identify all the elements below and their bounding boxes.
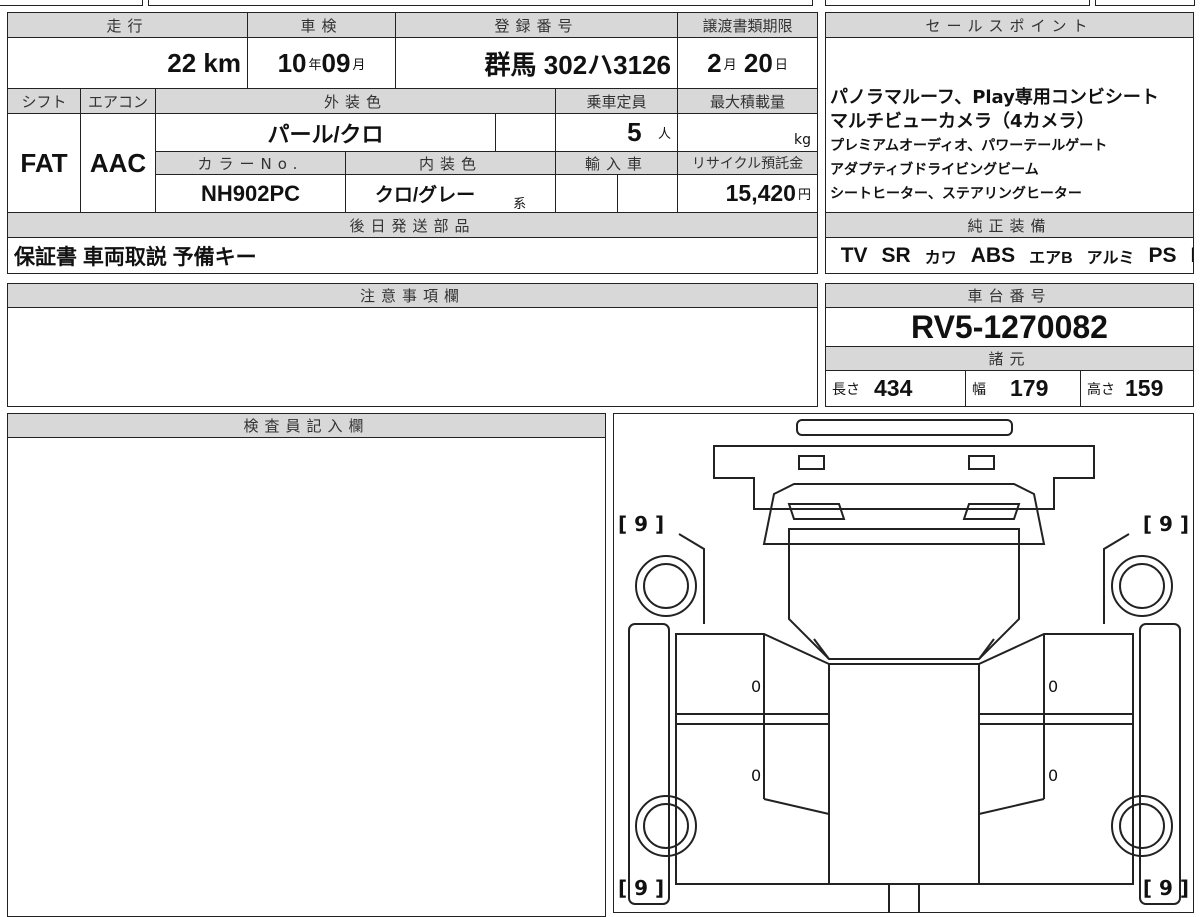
color-no-value: NH902PC: [155, 174, 346, 213]
corner-mark-front-right: [ 9 ]: [1142, 512, 1189, 536]
equipment-item: アルミ: [1086, 249, 1135, 267]
capacity-value: 5 人: [555, 113, 678, 152]
top-cut-cell: [1095, 0, 1195, 6]
recycle-value: 15,420 円: [677, 174, 818, 213]
spec-length: 長さ 434: [825, 370, 966, 407]
equipment-header: 純正装備: [825, 212, 1194, 238]
door-mark-rear-left: 0: [751, 766, 762, 785]
transfer-deadline-header: 譲渡書類期限: [677, 12, 818, 38]
specs-header: 諸元: [825, 346, 1194, 371]
equipment-item: ABS: [970, 243, 1016, 267]
top-cut-cell: [0, 0, 143, 6]
top-cut-cell: [148, 0, 813, 6]
import-header: 輸入車: [555, 151, 678, 175]
corner-mark-front-left: [ 9 ]: [618, 512, 665, 536]
registration-value: 群馬 302ハ3126: [395, 37, 678, 89]
mileage-value: 22 km: [7, 37, 248, 89]
chassis-header: 車台番号: [825, 283, 1194, 308]
sales-points-header: セールスポイント: [825, 12, 1194, 38]
sales-point-line: シートヒーター、ステアリングヒーター: [830, 186, 1082, 202]
exterior-color-header: 外装色: [155, 88, 556, 114]
aircon-value: AAC: [80, 113, 156, 213]
notes-body: [7, 307, 818, 407]
inspection-value: 10 年 09 月: [247, 37, 396, 89]
registration-header: 登録番号: [395, 12, 678, 38]
equipment-item: カワ: [924, 249, 957, 267]
aircon-header: エアコン: [80, 88, 156, 114]
equipment-item: ナビ: [826, 244, 827, 268]
max-load-header: 最大積載量: [677, 88, 818, 114]
top-cut-cell: [825, 0, 1090, 6]
equipment-item: TV: [840, 243, 868, 267]
equipment-item: SR: [881, 243, 911, 267]
interior-color-header: 内装色: [345, 151, 556, 175]
transfer-deadline-value: 2月 20 日: [677, 37, 818, 89]
shift-value: FAT: [7, 113, 81, 213]
sales-point-line: マルチビューカメラ（4カメラ）: [830, 111, 1095, 132]
capacity-header: 乗車定員: [555, 88, 678, 114]
exterior-color-value: パール/クロ: [155, 113, 496, 152]
later-parts-header: 後日発送部品: [7, 212, 818, 238]
sales-point-line: パノラマルーフ、Play専用コンビシート: [830, 87, 1159, 108]
equipment-item: PW: [1191, 244, 1194, 268]
door-mark-front-right: 0: [1048, 677, 1059, 696]
corner-mark-rear-left: [ 9 ]: [618, 876, 665, 900]
inspector-body: [7, 437, 606, 917]
equipment-item: PS: [1148, 243, 1177, 267]
car-diagram: [ 9 ] [ 9 ] [ 9 ] [ 9 ] 0 0 0 0: [613, 413, 1194, 913]
chassis-number: RV5-1270082: [825, 307, 1194, 347]
recycle-header: リサイクル預託金: [677, 151, 818, 175]
notes-header: 注意事項欄: [7, 283, 818, 308]
sales-point-line: アダプティブドライビングビーム: [830, 162, 1039, 178]
later-parts-value: 保証書 車両取説 予備キー: [7, 237, 818, 274]
inspector-header: 検査員記入欄: [7, 413, 606, 438]
door-mark-rear-right: 0: [1048, 766, 1059, 785]
interior-color-value: クロ/グレー系: [345, 174, 556, 213]
sales-point-line: プレミアムオーディオ、パワーテールゲート: [830, 138, 1108, 154]
spec-height: 高さ 159: [1080, 370, 1194, 407]
equipment-item: エアB: [1029, 249, 1073, 267]
sales-points-body: パノラマルーフ、Play専用コンビシート マルチビューカメラ（4カメラ） プレミ…: [825, 37, 1194, 213]
door-mark-front-left: 0: [751, 677, 762, 696]
spec-width: 幅 179: [965, 370, 1081, 407]
car-outline-icon: [628, 419, 1181, 912]
max-load-value: kg: [677, 113, 818, 152]
exterior-color-extra: [495, 113, 556, 152]
mileage-header: 走行: [7, 12, 248, 38]
shift-header: シフト: [7, 88, 81, 114]
inspection-header: 車検: [247, 12, 396, 38]
color-no-header: カラーNo.: [155, 151, 346, 175]
corner-mark-rear-right: [ 9 ]: [1142, 876, 1189, 900]
equipment-list: ナビ TV SR カワ ABS エアB アルミ PS PW: [825, 237, 1194, 274]
import-value: [555, 174, 618, 213]
import-value-2: [617, 174, 678, 213]
